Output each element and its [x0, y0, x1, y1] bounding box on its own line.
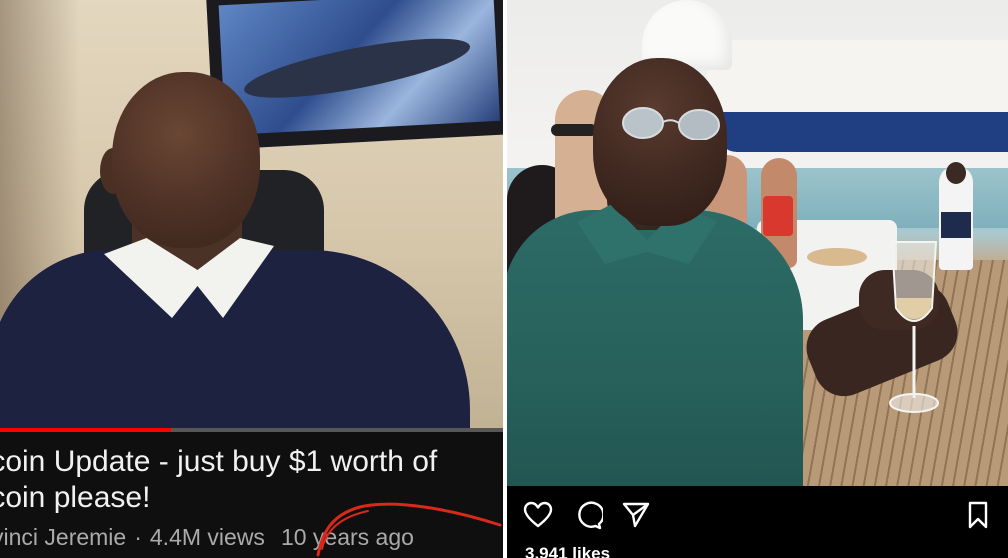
post-photo[interactable] [507, 0, 1008, 486]
red-annotation-scribble [316, 502, 502, 557]
crew-shorts [941, 212, 971, 238]
youtube-video-panel: tcoin Update - just buy $1 worth of tcoi… [0, 0, 503, 558]
heart-icon[interactable] [523, 500, 553, 530]
video-thumbnail[interactable] [0, 0, 503, 428]
painting-island [240, 26, 474, 110]
deck-table [807, 248, 867, 266]
meta-separator: · [134, 524, 142, 550]
video-progress-fill [0, 428, 172, 432]
yacht-canopy-underside [717, 112, 1008, 152]
channel-name[interactable]: vinci Jeremie [0, 522, 126, 552]
guest-swimsuit [763, 196, 793, 236]
instagram-post-panel: 3,941 likes [507, 0, 1008, 558]
champagne-glass [889, 241, 939, 413]
comment-icon[interactable] [573, 500, 603, 530]
guest-sunglasses [551, 124, 597, 136]
presenter-head [112, 72, 260, 248]
crew-head [946, 162, 966, 184]
like-count[interactable]: 3,941 likes [525, 544, 610, 558]
view-count: 4.4M views [149, 524, 265, 550]
video-progress-bar[interactable] [0, 428, 503, 432]
share-icon[interactable] [621, 500, 651, 530]
round-sunglasses [622, 107, 720, 140]
comparison-collage: tcoin Update - just buy $1 worth of tcoi… [0, 0, 1008, 558]
post-action-bar: 3,941 likes [507, 486, 1008, 558]
painting-canvas [218, 0, 501, 136]
yacht-canopy [707, 40, 1008, 120]
bookmark-icon[interactable] [963, 500, 993, 530]
man-head [593, 58, 727, 226]
